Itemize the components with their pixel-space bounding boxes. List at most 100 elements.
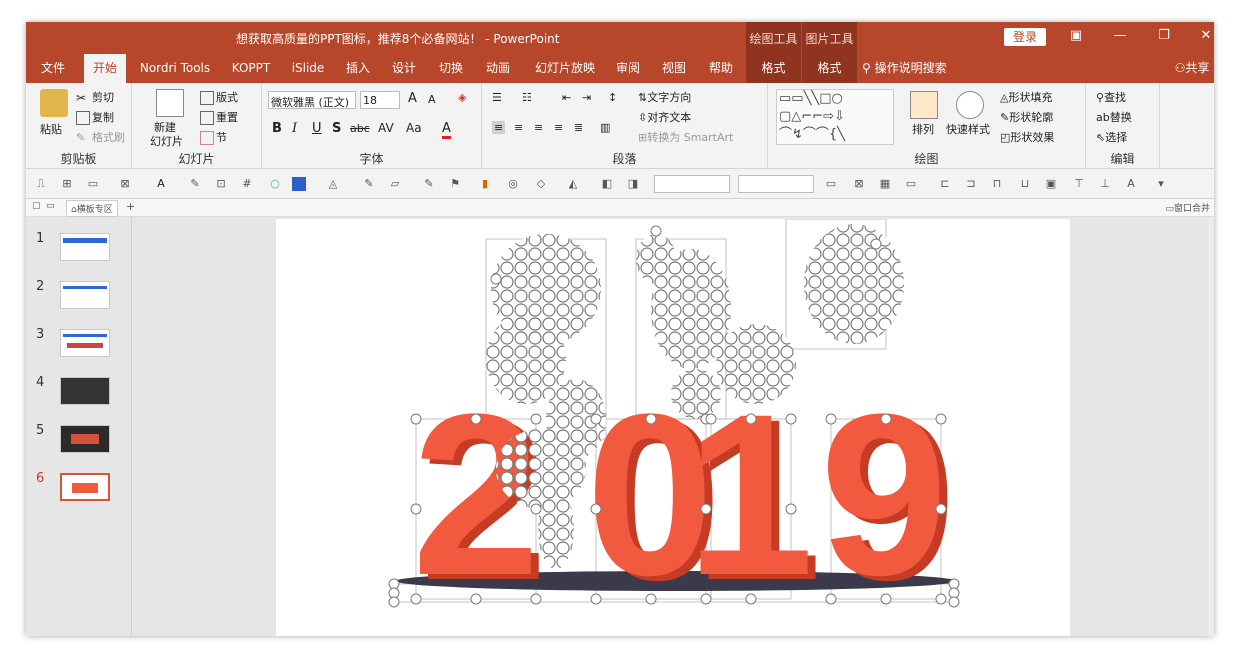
tab-nordri-tools[interactable]: Nordri Tools [134,54,216,83]
toolbar-icon-25[interactable]: ▭ [904,177,918,191]
layout-button[interactable]: 版式 [200,89,238,105]
new-slide-label-2[interactable]: 幻灯片 [150,133,183,149]
justify-icon[interactable]: ≡ [554,121,563,134]
align-right-icon[interactable]: ≡ [534,121,543,134]
merge-window-button[interactable]: ▭窗口合并 [1165,201,1210,214]
anchor-handle[interactable] [490,273,502,285]
toolbar-eyedropper2-icon[interactable]: ✎ [362,177,376,191]
shapes-gallery[interactable]: ▭▭╲╲□○ ▢△⌐⌐⇨⇩ ⌒↯⌒⌒{╲ [776,89,894,145]
anchor-handle[interactable] [785,503,797,515]
add-tab-icon[interactable]: + [126,200,135,213]
font-size-select[interactable]: 18 [360,91,400,109]
tab-format-picture[interactable]: 格式 [802,54,857,83]
anchor-handle[interactable] [745,413,757,425]
format-painter-button[interactable]: ✎ 格式刷 [76,129,125,145]
tab-design[interactable]: 设计 [384,54,424,83]
anchor-handle[interactable] [645,593,657,605]
anchor-handle[interactable] [590,503,602,515]
anchor-handle[interactable] [590,413,602,425]
slide-thumbnail-1[interactable] [60,233,110,261]
toolbar-icon-30[interactable]: ▣ [1044,177,1058,191]
toolbar-icon-1[interactable]: ⎍ [34,177,48,191]
tell-me-search[interactable]: ⚲ 操作说明搜索 [862,54,962,83]
toolbar-fill-icon[interactable]: ◬ [326,177,340,191]
toolbar-icon-15[interactable]: ⚑ [448,177,462,191]
toolbar-icon-33[interactable]: A [1124,177,1138,191]
anchor-handle[interactable] [410,413,422,425]
align-text-button[interactable]: ⇳对齐文本 [638,109,691,125]
clear-format-icon[interactable]: ◈ [458,91,466,104]
anchor-handle[interactable] [590,593,602,605]
toolbar-outline-icon[interactable]: ▱ [388,177,402,191]
new-doc-icon[interactable]: ▢ [32,201,41,211]
toolbar-icon-22[interactable]: ▭ [824,177,838,191]
font-name-select[interactable]: 微软雅黑 (正文) [268,91,356,109]
numbering-icon[interactable]: ☷ [522,91,532,104]
tab-insert[interactable]: 插入 [338,54,378,83]
shape-outline-button[interactable]: ✎形状轮廓 [1000,109,1053,125]
anchor-handle[interactable] [388,596,400,608]
toolbar-icon-8[interactable]: # [240,177,254,191]
minimize-icon[interactable]: — [1110,28,1130,43]
anchor-handle[interactable] [470,593,482,605]
replace-button[interactable]: ab替换 [1096,109,1132,125]
restore-icon[interactable]: ❐ [1154,28,1174,43]
toolbar-eyedropper3-icon[interactable]: ✎ [422,177,436,191]
anchor-handle[interactable] [880,413,892,425]
decrease-indent-icon[interactable]: ⇤ [562,91,571,104]
arrange-icon[interactable] [910,91,938,119]
slide-graphic[interactable]: 22 0011 99 [276,218,1070,636]
toolbar-font-color-icon[interactable]: A [154,177,168,191]
select-button[interactable]: ⇖选择 [1096,129,1127,145]
distributed-icon[interactable]: ≣ [574,121,583,134]
tab-islide[interactable]: iSlide [286,54,330,83]
shrink-font-icon[interactable]: A [428,93,436,106]
toolbar-icon-27[interactable]: ⊐ [964,177,978,191]
toolbar-icon-31[interactable]: ⊤ [1072,177,1086,191]
tab-transitions[interactable]: 切换 [431,54,471,83]
copy-button[interactable]: 复制 [76,109,114,125]
toolbar-icon-19[interactable]: ◭ [566,177,580,191]
anchor-handle[interactable] [705,413,717,425]
shape-effects-button[interactable]: ◰形状效果 [1000,129,1054,145]
toolbar-icon-3[interactable]: ▭ [86,177,100,191]
tab-format-drawing[interactable]: 格式 [746,54,801,83]
toolbar-color-swatch[interactable] [292,177,306,191]
toolbar-chart-icon[interactable]: ▮ [478,177,492,191]
strikethrough-icon[interactable]: abc [350,122,370,135]
anchor-handle[interactable] [880,593,892,605]
toolbar-icon-29[interactable]: ⊔ [1018,177,1032,191]
arrange-button[interactable]: 排列 [912,121,934,137]
cut-button[interactable]: ✂ 剪切 [76,89,114,105]
convert-smartart-button[interactable]: ⊞转换为 SmartArt [638,129,733,145]
bold-icon[interactable]: B [272,121,282,136]
toolbar-icon-18[interactable]: ◇ [534,177,548,191]
anchor-handle[interactable] [948,596,960,608]
anchor-handle[interactable] [470,413,482,425]
slide-thumbnail-3[interactable] [60,329,110,357]
toolbar-icon-23[interactable]: ⊠ [852,177,866,191]
toolbar-icon-26[interactable]: ⊏ [938,177,952,191]
anchor-handle[interactable] [650,225,662,237]
tab-animations[interactable]: 动画 [478,54,518,83]
increase-indent-icon[interactable]: ⇥ [582,91,591,104]
paste-button[interactable]: 粘贴 [40,121,62,137]
toolbar-eyedropper-icon[interactable]: ✎ [188,177,202,191]
tab-home[interactable]: 开始 [84,54,126,83]
current-slide[interactable]: 22001199 [276,218,1070,636]
toolbar-icon-28[interactable]: ⊓ [990,177,1004,191]
anchor-handle[interactable] [935,413,947,425]
doc-tab[interactable]: ⌂横板专区 [66,200,118,217]
toolbar-icon-32[interactable]: ⊥ [1098,177,1112,191]
tab-help[interactable]: 帮助 [701,54,741,83]
anchor-handle[interactable] [410,593,422,605]
toolbar-icon-7[interactable]: ⊡ [214,177,228,191]
tab-view[interactable]: 视图 [654,54,694,83]
new-slide-icon[interactable] [156,89,184,117]
slide-thumbnail-5[interactable] [60,425,110,453]
toolbar-icon-24[interactable]: ▦ [878,177,892,191]
quick-styles-button[interactable]: 快速样式 [946,121,990,137]
toolbar-icon-21[interactable]: ◨ [626,177,640,191]
text-direction-button[interactable]: ⇅文字方向 [638,89,691,105]
anchor-handle[interactable] [530,413,542,425]
